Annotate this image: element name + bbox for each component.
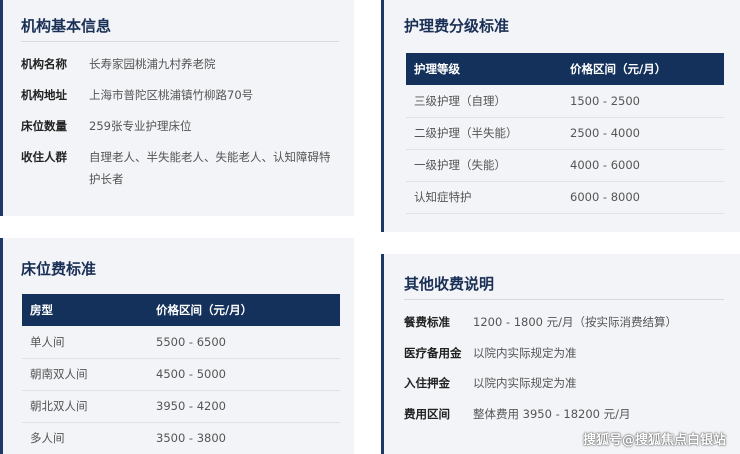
column-header: 房型: [30, 303, 53, 317]
column-header: 价格区间（元/月）: [570, 62, 667, 76]
table-cell: 朝北双人间: [22, 390, 156, 423]
table-cell: 单人间: [22, 326, 156, 359]
table-cell: 三级护理（自理）: [406, 85, 570, 118]
care-fee-table-wrap: 护理等级 价格区间（元/月） 三级护理（自理） 1500 - 2500 二级护理…: [406, 53, 724, 214]
other-row-meal: 餐费标准 1200 - 1800 元/月（按实际消费结算）: [404, 311, 734, 333]
table-cell: 3950 - 4200: [156, 390, 340, 423]
info-value: 自理老人、半失能老人、失能老人、认知障碍特护长者: [89, 150, 331, 186]
info-label: 收住人群: [21, 150, 67, 164]
institution-info-title: 机构基本信息: [21, 17, 112, 35]
other-fees-title: 其他收费说明: [404, 275, 495, 293]
column-header: 护理等级: [414, 62, 460, 76]
table-header-row: 房型 价格区间（元/月）: [22, 294, 340, 326]
care-fee-title: 护理费分级标准: [404, 17, 510, 35]
other-label: 入住押金: [404, 376, 450, 390]
info-row-residents: 收住人群 自理老人、半失能老人、失能老人、认知障碍特护长者: [21, 146, 341, 192]
table-row: 三级护理（自理） 1500 - 2500: [406, 85, 724, 118]
info-row-beds: 床位数量 259张专业护理床位: [21, 115, 341, 137]
table-row: 认知症特护 6000 - 8000: [406, 181, 724, 214]
info-row-name: 机构名称 长寿家园桃浦九村养老院: [21, 53, 341, 75]
info-row-address: 机构地址 上海市普陀区桃浦镇竹柳路70号: [21, 84, 341, 106]
table-cell: 二级护理（半失能）: [406, 117, 570, 150]
table-cell: 认知症特护: [406, 181, 570, 214]
table-cell: 一级护理（失能）: [406, 149, 570, 182]
info-value: 上海市普陀区桃浦镇竹柳路70号: [89, 88, 254, 102]
table-row: 单人间 5500 - 6500: [22, 326, 340, 359]
bed-fee-card: 床位费标准 房型 价格区间（元/月） 单人间 5500 - 6500 朝南双人间…: [0, 238, 354, 454]
bed-fee-table: 房型 价格区间（元/月） 单人间 5500 - 6500 朝南双人间 4500 …: [22, 294, 340, 454]
other-value: 1200 - 1800 元/月（按实际消费结算）: [473, 315, 678, 329]
table-cell: 1500 - 2500: [570, 85, 724, 118]
table-cell: 2500 - 4000: [570, 117, 724, 150]
table-cell: 4000 - 6000: [570, 149, 724, 182]
other-fees-card: 其他收费说明 餐费标准 1200 - 1800 元/月（按实际消费结算） 医疗备…: [381, 254, 740, 454]
title-divider: [21, 41, 339, 42]
other-label: 费用区间: [404, 407, 450, 421]
source-watermark: 搜狐号@搜狐焦点白银站: [582, 433, 726, 448]
bed-fee-table-wrap: 房型 价格区间（元/月） 单人间 5500 - 6500 朝南双人间 4500 …: [22, 294, 340, 454]
care-fee-card: 护理费分级标准 护理等级 价格区间（元/月） 三级护理（自理） 1500 - 2…: [381, 0, 740, 232]
other-row-medical: 医疗备用金 以院内实际规定为准: [404, 342, 734, 364]
table-cell: 4500 - 5000: [156, 358, 340, 391]
table-cell: 多人间: [30, 431, 65, 446]
other-row-deposit: 入住押金 以院内实际规定为准: [404, 372, 734, 394]
info-value: 259张专业护理床位: [89, 119, 192, 133]
other-label: 医疗备用金: [404, 346, 462, 360]
other-row-range: 费用区间 整体费用 3950 - 18200 元/月: [404, 403, 734, 425]
table-cell: 6000 - 8000: [570, 181, 724, 214]
other-value: 以院内实际规定为准: [473, 346, 577, 360]
table-row: 朝南双人间 4500 - 5000: [22, 358, 340, 391]
bed-fee-title: 床位费标准: [21, 260, 97, 278]
care-fee-table: 护理等级 价格区间（元/月） 三级护理（自理） 1500 - 2500 二级护理…: [406, 53, 724, 214]
other-value: 整体费用 3950 - 18200 元/月: [473, 407, 631, 421]
info-value: 长寿家园桃浦九村养老院: [89, 57, 216, 71]
info-label: 床位数量: [21, 119, 67, 133]
table-row: 二级护理（半失能） 2500 - 4000: [406, 117, 724, 150]
table-row: 多人间 3500 - 3800: [22, 422, 340, 454]
info-label: 机构地址: [21, 88, 67, 102]
info-label: 机构名称: [21, 57, 67, 71]
other-label: 餐费标准: [404, 315, 450, 329]
table-row: 朝北双人间 3950 - 4200: [22, 390, 340, 423]
column-header: 价格区间（元/月）: [156, 303, 253, 317]
institution-info-card: 机构基本信息 机构名称 长寿家园桃浦九村养老院 机构地址 上海市普陀区桃浦镇竹柳…: [0, 0, 354, 216]
other-value: 以院内实际规定为准: [473, 376, 577, 390]
table-header-row: 护理等级 价格区间（元/月）: [406, 53, 724, 85]
table-row: 一级护理（失能） 4000 - 6000: [406, 149, 724, 182]
table-cell: 5500 - 6500: [156, 326, 340, 359]
title-divider: [404, 299, 724, 300]
table-cell: 3500 - 3800: [156, 431, 226, 446]
table-cell: 朝南双人间: [22, 358, 156, 391]
